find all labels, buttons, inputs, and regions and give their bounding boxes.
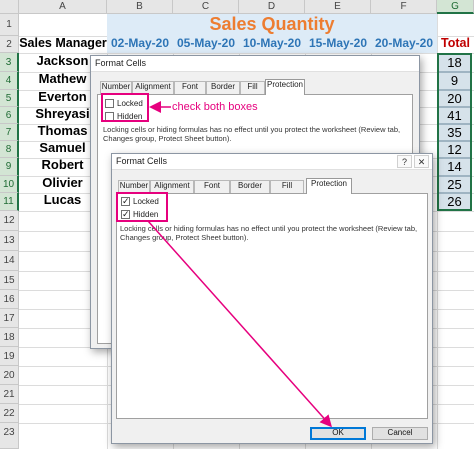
arrow-to-ok-button	[147, 220, 332, 428]
annotation-arrows	[147, 101, 332, 428]
tab-protection[interactable]: Protection	[265, 79, 305, 95]
tab-protection[interactable]: Protection	[306, 178, 352, 194]
